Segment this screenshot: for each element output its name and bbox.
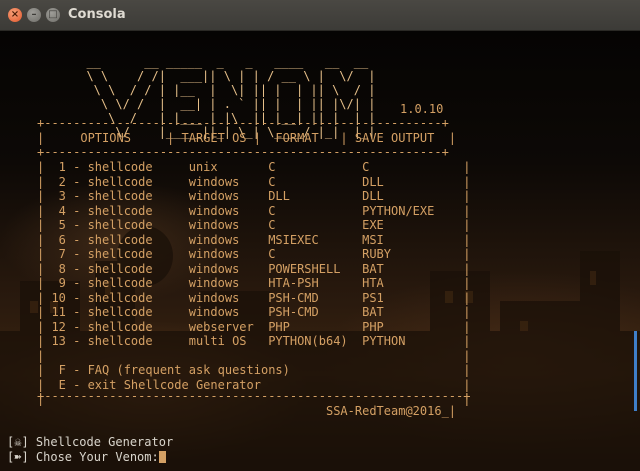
menu-row: | 1 - shellcode unix C C | bbox=[37, 160, 471, 174]
menu-row: | 12 - shellcode webserver PHP PHP | bbox=[37, 319, 471, 334]
prompt-label: [➽] Chose Your Venom: bbox=[7, 450, 159, 464]
menu-row: | 13 - shellcode multi OS PYTHON(b64) PY… bbox=[37, 334, 471, 348]
table-header: | OPTIONS | TARGET OS | FORMAT | SAVE OU… bbox=[37, 131, 457, 145]
scrollbar[interactable] bbox=[634, 331, 637, 411]
menu-row: | 4 - shellcode windows C PYTHON/EXE | bbox=[37, 203, 471, 218]
close-button[interactable]: × bbox=[8, 8, 22, 22]
terminal-area[interactable]: __ __ _____ _ _ ____ __ __ \ \ / /| ___|… bbox=[0, 31, 640, 471]
table-bottom-border: +---------------------------------------… bbox=[37, 389, 471, 403]
version-label: 1.0.10 bbox=[400, 102, 444, 116]
table-footer: SSA-RedTeam@2016_| bbox=[37, 404, 457, 418]
maximize-button[interactable]: □ bbox=[46, 8, 60, 22]
menu-row: | 5 - shellcode windows C EXE | bbox=[37, 218, 471, 232]
title-bar: × – □ Consola bbox=[0, 0, 640, 31]
text-cursor bbox=[158, 451, 166, 463]
menu-row: | | bbox=[37, 348, 471, 363]
window-title: Consola bbox=[68, 7, 126, 22]
menu-row: | F - FAQ (frequent ask questions) | bbox=[37, 363, 471, 377]
prompt-input-line[interactable]: [➽] Chose Your Venom: bbox=[7, 450, 166, 465]
terminal-window: × – □ Consola __ __ _____ _ _ ____ __ __… bbox=[0, 0, 640, 471]
minimize-button[interactable]: – bbox=[27, 8, 41, 22]
menu-row: | 8 - shellcode windows POWERSHELL BAT | bbox=[37, 261, 471, 276]
prompt-title: [☠] Shellcode Generator bbox=[7, 435, 174, 449]
menu-row: | 6 - shellcode windows MSIEXEC MSI | bbox=[37, 232, 471, 247]
menu-row: | 11 - shellcode windows PSH-CMD BAT | bbox=[37, 305, 471, 319]
venom-logo-line-2: \ \ / /| ___|| \ | | / __ \ | \/ | bbox=[72, 69, 376, 83]
venom-logo-line-1: __ __ _____ _ _ ____ __ __ bbox=[72, 55, 369, 69]
menu-row: | 3 - shellcode windows DLL DLL | bbox=[37, 189, 471, 203]
menu-row: | 2 - shellcode windows C DLL | bbox=[37, 174, 471, 189]
table-header-border: +---------------------------------------… bbox=[37, 145, 449, 159]
menu-row: | 7 - shellcode windows C RUBY | bbox=[37, 247, 471, 261]
venom-logo-line-4: \ \/ / | __| | . ` || | | || |\/| | bbox=[72, 97, 376, 111]
menu-row: | 10 - shellcode windows PSH-CMD PS1 | bbox=[37, 290, 471, 305]
menu-row: | 9 - shellcode windows HTA-PSH HTA | bbox=[37, 276, 471, 290]
table-top-border: +---------------------------------------… bbox=[37, 116, 449, 130]
venom-logo-line-3: \ \ / / | |__ | \| || | | || \ / | bbox=[72, 83, 376, 97]
